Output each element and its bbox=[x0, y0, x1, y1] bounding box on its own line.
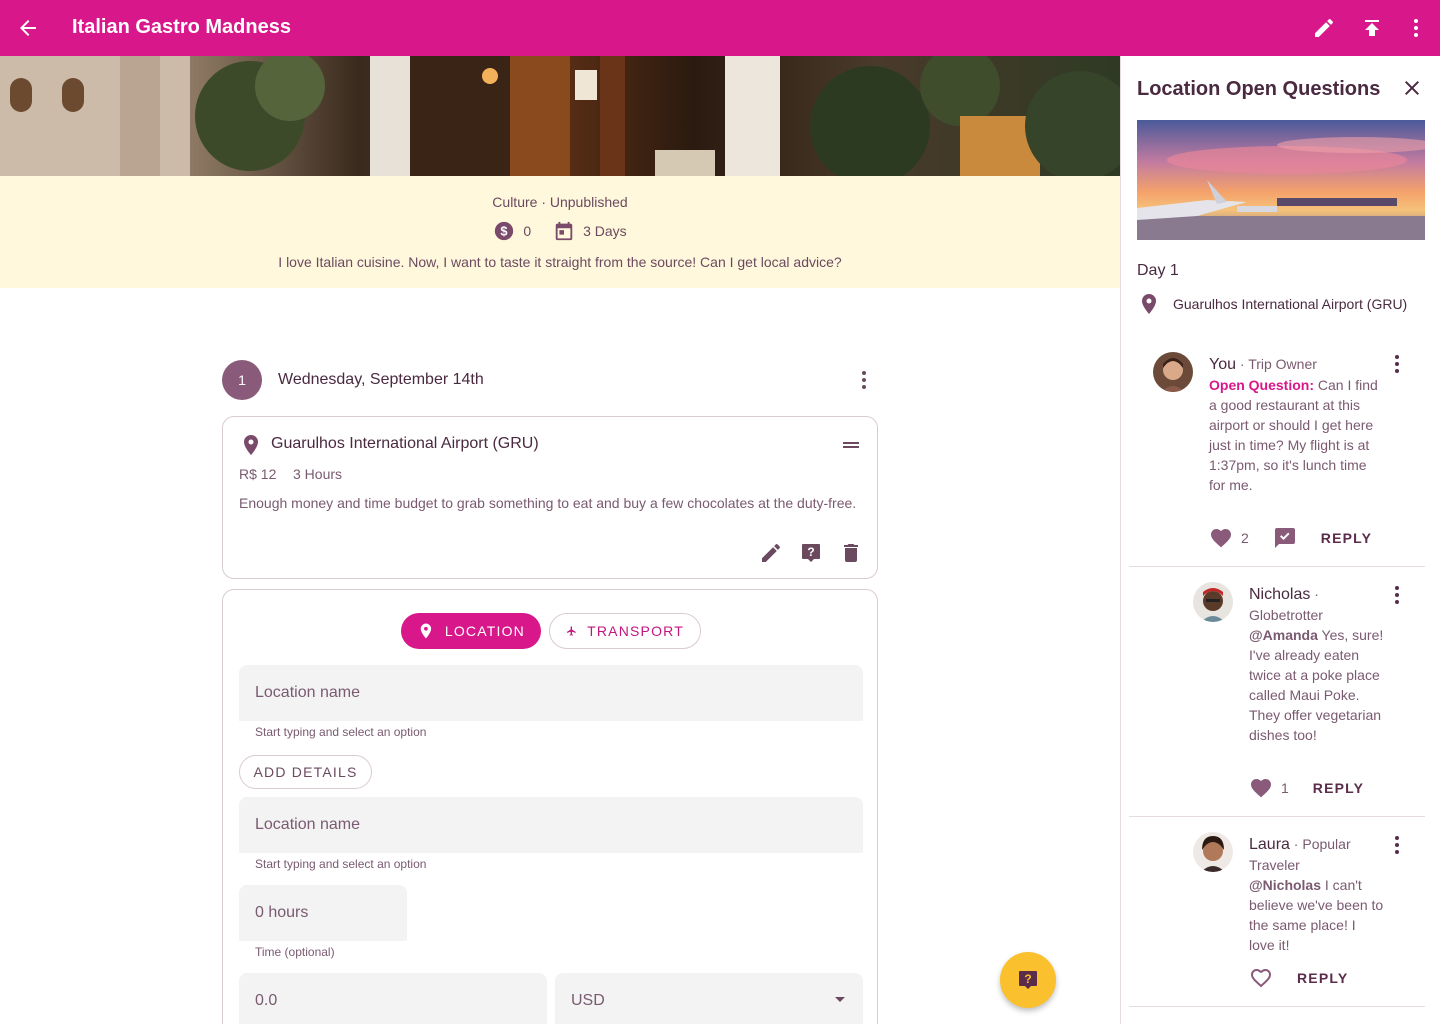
location-name-field[interactable]: Location name bbox=[239, 665, 863, 721]
svg-text:?: ? bbox=[807, 545, 814, 559]
comment-body: Laura · Popular Traveler @Nicholas I can… bbox=[1249, 834, 1385, 955]
comment-text: Can I find a good restaurant at this air… bbox=[1209, 377, 1378, 493]
tab-transport[interactable]: TRANSPORT bbox=[549, 613, 701, 649]
comment-body: Nicholas · Globetrotter @Amanda Yes, sur… bbox=[1249, 584, 1385, 745]
mark-answered-icon[interactable] bbox=[1273, 526, 1297, 550]
drag-handle-icon[interactable] bbox=[839, 433, 863, 457]
location-pin-icon bbox=[244, 435, 258, 455]
location-cost: R$ 12 bbox=[239, 466, 277, 482]
add-details-button[interactable]: ADD DETAILS bbox=[239, 755, 372, 789]
location-note: Enough money and time budget to grab som… bbox=[239, 495, 857, 511]
arrow-left-icon[interactable] bbox=[16, 16, 40, 40]
open-questions-panel: Location Open Questions Day 1 Guarulhos … bbox=[1120, 56, 1440, 1024]
location-name-placeholder: Location name bbox=[255, 684, 360, 701]
divider bbox=[1129, 1006, 1425, 1007]
trip-budget: 0 bbox=[523, 223, 532, 239]
cost-field[interactable]: 0.0 bbox=[239, 973, 547, 1024]
trip-stats: $ 0 3 Days bbox=[0, 220, 1120, 242]
comment-author: Nicholas bbox=[1249, 586, 1311, 603]
trash-icon[interactable] bbox=[839, 541, 863, 565]
heart-icon[interactable] bbox=[1249, 776, 1273, 800]
svg-text:$: $ bbox=[501, 224, 508, 239]
location-name: Guarulhos International Airport (GRU) bbox=[271, 435, 539, 452]
like-count: 2 bbox=[1241, 530, 1249, 546]
location-pin-icon bbox=[1142, 294, 1156, 314]
trip-summary: Culture · Unpublished $ 0 3 Days I love … bbox=[0, 176, 1120, 288]
comment-actions: 2 REPLY bbox=[1209, 526, 1372, 550]
panel-day-label: Day 1 bbox=[1137, 262, 1179, 279]
comment-actions: REPLY bbox=[1249, 966, 1348, 990]
more-vert-icon[interactable] bbox=[1385, 833, 1409, 857]
like-count: 1 bbox=[1281, 780, 1289, 796]
close-icon[interactable] bbox=[1400, 76, 1424, 100]
more-vert-icon[interactable] bbox=[1404, 16, 1428, 40]
more-vert-icon[interactable] bbox=[1385, 583, 1409, 607]
dollar-icon: $ bbox=[495, 221, 514, 241]
comment-role: · Trip Owner bbox=[1236, 356, 1317, 372]
trip-meta: Culture · Unpublished bbox=[492, 194, 628, 210]
tab-transport-label: TRANSPORT bbox=[587, 623, 684, 639]
tab-location[interactable]: LOCATION bbox=[401, 613, 541, 649]
avatar bbox=[1193, 582, 1233, 622]
panel-location: Guarulhos International Airport (GRU) bbox=[1137, 292, 1407, 316]
more-vert-icon[interactable] bbox=[1385, 352, 1409, 376]
mention[interactable]: @Nicholas bbox=[1249, 877, 1321, 893]
airplane-icon bbox=[566, 626, 576, 636]
mention[interactable]: @Amanda bbox=[1249, 627, 1318, 643]
heart-outline-icon[interactable] bbox=[1249, 966, 1273, 990]
comment-text: Yes, sure! I've already eaten twice at a… bbox=[1249, 627, 1384, 743]
location-pin-icon bbox=[420, 623, 432, 639]
pencil-icon[interactable] bbox=[759, 541, 783, 565]
reply-button[interactable]: REPLY bbox=[1313, 780, 1364, 796]
question-icon: ? bbox=[1019, 971, 1037, 989]
panel-title: Location Open Questions bbox=[1137, 78, 1381, 100]
currency-select[interactable]: USD bbox=[555, 973, 863, 1024]
time-field[interactable]: 0 hours bbox=[239, 885, 407, 941]
trip-description: I love Italian cuisine. Now, I want to t… bbox=[278, 254, 842, 270]
location-image bbox=[1137, 120, 1425, 240]
tab-location-label: LOCATION bbox=[444, 623, 525, 639]
location-hint-2: Start typing and select an option bbox=[255, 857, 427, 871]
trip-duration: 3 Days bbox=[583, 223, 627, 239]
cost-value: 0.0 bbox=[255, 992, 278, 1009]
location-name-field-2[interactable]: Location name bbox=[239, 797, 863, 853]
pencil-icon[interactable] bbox=[1312, 16, 1336, 40]
location-name-placeholder-2: Location name bbox=[255, 816, 360, 833]
comment-author: You bbox=[1209, 356, 1236, 373]
divider bbox=[1129, 566, 1425, 567]
trip-cover-image bbox=[0, 56, 1120, 176]
reply-button[interactable]: REPLY bbox=[1297, 970, 1348, 986]
time-value: 0 hours bbox=[255, 904, 309, 921]
app-bar: Italian Gastro Madness bbox=[0, 0, 1440, 56]
comment-author: Laura bbox=[1249, 836, 1290, 853]
question-icon[interactable]: ? bbox=[799, 541, 823, 565]
comment-body: You · Trip Owner Open Question: Can I fi… bbox=[1209, 354, 1385, 495]
day-number-badge: 1 bbox=[222, 360, 262, 400]
svg-text:?: ? bbox=[1024, 972, 1031, 986]
open-question-tag: Open Question: bbox=[1209, 377, 1314, 393]
open-question-fab[interactable]: ? bbox=[1000, 952, 1056, 1008]
day-header: 1 Wednesday, September 14th bbox=[222, 360, 878, 400]
add-item-form: LOCATION TRANSPORT Location name Start t… bbox=[222, 589, 878, 1024]
location-card[interactable]: Guarulhos International Airport (GRU) R$… bbox=[222, 416, 878, 579]
divider bbox=[1129, 816, 1425, 817]
upload-icon[interactable] bbox=[1360, 16, 1384, 40]
reply-button[interactable]: REPLY bbox=[1321, 530, 1372, 546]
panel-location-name: Guarulhos International Airport (GRU) bbox=[1173, 296, 1408, 312]
location-hint: Start typing and select an option bbox=[255, 725, 427, 739]
calendar-icon bbox=[555, 221, 573, 241]
heart-icon[interactable] bbox=[1209, 526, 1233, 550]
currency-value: USD bbox=[571, 992, 605, 1009]
page-title: Italian Gastro Madness bbox=[72, 16, 291, 38]
time-hint: Time (optional) bbox=[255, 945, 335, 959]
more-vert-icon[interactable] bbox=[852, 368, 876, 392]
avatar bbox=[1153, 352, 1193, 392]
caret-down-icon bbox=[835, 997, 845, 1002]
avatar bbox=[1193, 832, 1233, 872]
day-date: Wednesday, September 14th bbox=[278, 371, 484, 388]
comment-actions: 1 REPLY bbox=[1249, 776, 1364, 800]
location-duration: 3 Hours bbox=[293, 466, 343, 482]
